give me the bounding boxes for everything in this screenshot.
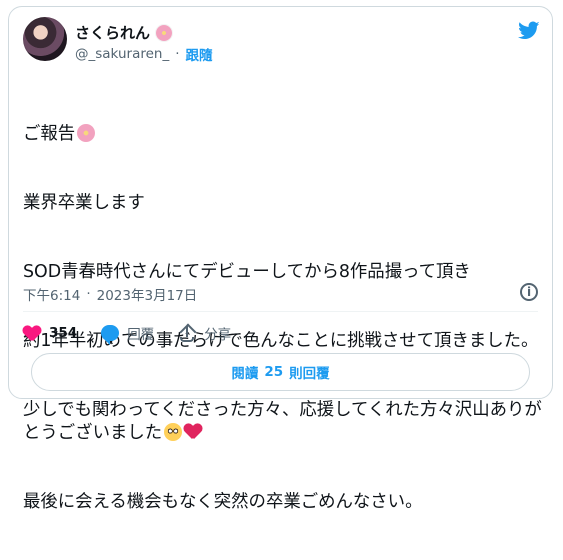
cherry-blossom-icon — [77, 124, 96, 142]
tweet-meta: 下午6:14 · 2023年3月17日 i — [23, 283, 538, 304]
separator-dot: · — [175, 46, 180, 62]
twitter-bird-icon[interactable] — [516, 19, 540, 43]
read-replies-button[interactable]: 閱讀 25 則回覆 — [31, 353, 530, 391]
tweet-time[interactable]: 下午6:14 — [23, 284, 80, 304]
tweet-line-2: 業界卒業します — [23, 193, 145, 213]
handle-row: @_sakuraren_ · 跟隨 — [75, 44, 213, 64]
tweet-header: さくられん @_sakuraren_ · 跟隨 — [23, 15, 540, 64]
reply-button[interactable]: 回覆 — [101, 323, 155, 345]
info-icon[interactable]: i — [520, 283, 538, 301]
meta-separator: · — [86, 286, 91, 302]
heart-icon — [23, 324, 41, 342]
actions-row: 354 回覆 分享 — [23, 319, 231, 347]
read-replies-suffix: 則回覆 — [289, 366, 330, 382]
tweet-card: さくられん @_sakuraren_ · 跟隨 ご報告 業界卒業します SOD青… — [8, 6, 553, 512]
read-replies-count: 25 — [264, 364, 284, 380]
tweet-line-3: SOD青春時代さんにてデビューしてから8作品撮って頂き — [23, 262, 471, 282]
display-name[interactable]: さくられん — [75, 22, 150, 43]
tweet-line-1: ご報告 — [23, 123, 543, 146]
red-heart-icon — [184, 423, 202, 441]
tweet-line-6: 最後に会える機会もなく突然の卒業ごめんなさい。 — [23, 492, 423, 512]
follow-button[interactable]: 跟隨 — [186, 44, 213, 64]
read-replies-prefix: 閱讀 — [231, 366, 259, 382]
share-icon-base — [180, 337, 195, 342]
divider — [23, 311, 538, 312]
share-label: 分享 — [204, 327, 232, 343]
share-button[interactable]: 分享 — [178, 323, 231, 343]
tweet-date[interactable]: 2023年3月17日 — [97, 284, 198, 304]
like-count: 354 — [49, 325, 78, 341]
cherry-blossom-icon — [156, 24, 173, 41]
tweet-line-5: 少しでも関わってくださった方々、応援してくれた方々沢山ありがとうございました — [23, 400, 542, 443]
share-icon — [178, 324, 196, 342]
reply-icon — [101, 325, 120, 345]
avatar[interactable] — [23, 17, 67, 61]
like-button[interactable]: 354 — [23, 324, 77, 342]
handle[interactable]: @_sakuraren_ — [75, 46, 169, 62]
name-row: さくられん — [75, 22, 173, 43]
pleading-face-icon — [164, 423, 183, 441]
reply-label: 回覆 — [127, 327, 155, 343]
